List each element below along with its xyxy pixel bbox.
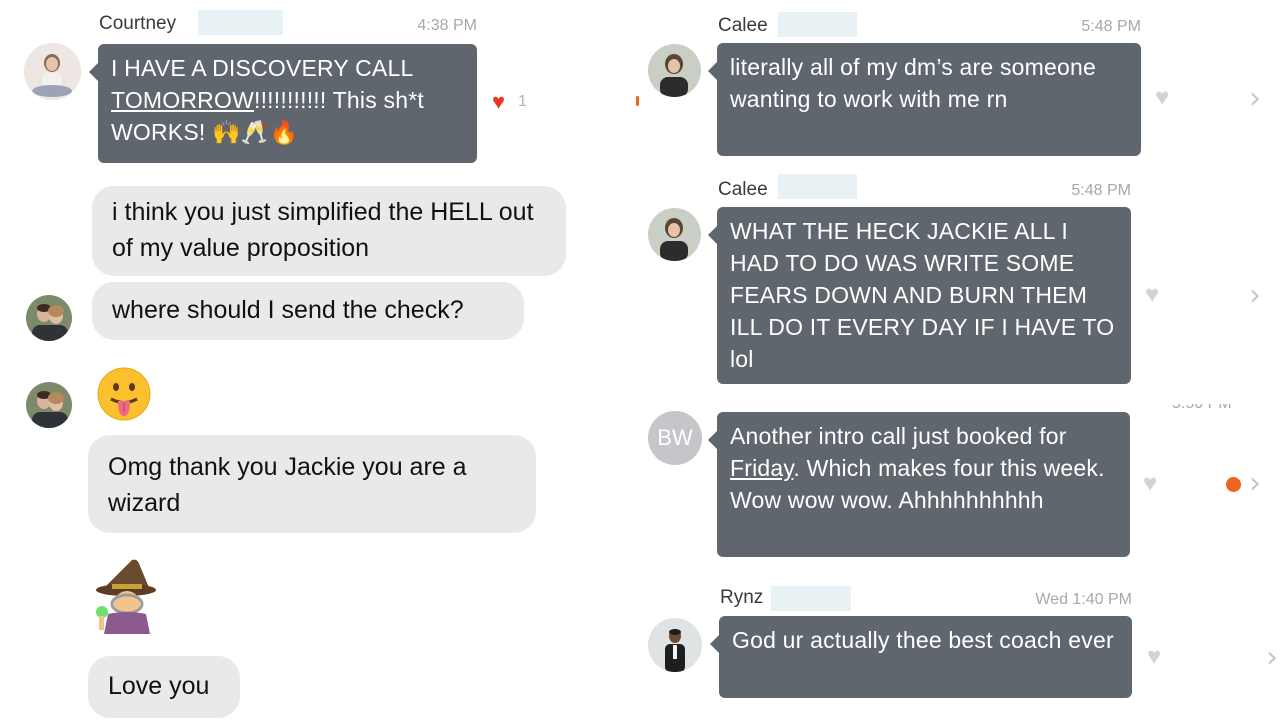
underlined-date-link[interactable]: Friday [730, 455, 793, 481]
clipped-timestamp: 5:50 PM [1172, 404, 1242, 414]
message-bubble[interactable]: Omg thank you Jackie you are a wizard [88, 435, 536, 533]
underlined-date-link[interactable]: TOMORROW [111, 87, 254, 113]
heart-reaction-icon[interactable]: ♥ [1147, 645, 1161, 669]
message-timestamp: 5:48 PM [1071, 182, 1131, 199]
heart-reaction-icon[interactable]: ♥ [492, 90, 505, 114]
message-bubble[interactable]: Love you [88, 656, 240, 718]
message-bubble[interactable]: I HAVE A DISCOVERY CALL TOMORROW!!!!!!!!… [89, 44, 477, 163]
redacted-name-block [778, 12, 857, 37]
scroll-indicator [636, 96, 639, 106]
chevron-right-icon[interactable]: › [1249, 281, 1261, 311]
avatar-calee[interactable] [648, 44, 701, 97]
unread-dot-indicator [1226, 477, 1241, 492]
wizard-emoji-icon [88, 556, 164, 639]
avatar-rynz[interactable] [648, 618, 702, 672]
message-text: !!!!!!!!!!! This sh*t [254, 87, 424, 113]
sender-name: Rynz [720, 587, 764, 608]
message-bubble[interactable]: Another intro call just booked for Frida… [708, 412, 1130, 557]
message-bubble[interactable]: God ur actually thee best coach ever [710, 616, 1132, 698]
redacted-name-block [198, 10, 283, 35]
heart-reaction-icon[interactable]: ♥ [1143, 472, 1157, 496]
sender-name: Calee [718, 179, 768, 200]
redacted-name-block [778, 174, 857, 199]
chevron-right-icon[interactable]: › [1266, 643, 1278, 673]
chevron-right-icon[interactable]: › [1249, 469, 1261, 499]
avatar-courtney[interactable] [24, 43, 81, 100]
message-line: I HAVE A DISCOVERY CALL [111, 55, 414, 81]
message-bubble[interactable]: where should I send the check? [92, 282, 524, 340]
message-line: TOMORROW!!!!!!!!!!! This sh*t [111, 84, 464, 116]
avatar-user[interactable] [26, 295, 72, 341]
avatar-initials[interactable]: BW [648, 411, 702, 465]
redacted-name-block [771, 586, 851, 611]
message-bubble[interactable]: WHAT THE HECK JACKIE ALL I HAD TO DO WAS… [708, 207, 1131, 384]
heart-reaction-icon[interactable]: ♥ [1155, 86, 1169, 110]
message-timestamp: 4:38 PM [417, 17, 477, 34]
message-timestamp: 5:48 PM [1081, 18, 1141, 35]
chevron-right-icon[interactable]: › [1249, 84, 1261, 114]
avatar-user[interactable] [26, 382, 72, 428]
reaction-count: 1 [518, 93, 527, 110]
message-line: WORKS! 🙌🥂🔥 [111, 119, 299, 145]
message-timestamp: Wed 1:40 PM [1035, 591, 1132, 608]
message-text: Another intro call just booked for [730, 423, 1067, 449]
sender-name: Calee [718, 15, 768, 36]
heart-reaction-icon[interactable]: ♥ [1145, 283, 1159, 307]
tongue-emoji-icon [96, 366, 152, 434]
sender-name: Courtney [99, 13, 177, 34]
avatar-calee[interactable] [648, 208, 701, 261]
message-bubble[interactable]: i think you just simplified the HELL out… [92, 186, 566, 276]
message-bubble[interactable]: literally all of my dm’s are someone wan… [708, 43, 1141, 156]
